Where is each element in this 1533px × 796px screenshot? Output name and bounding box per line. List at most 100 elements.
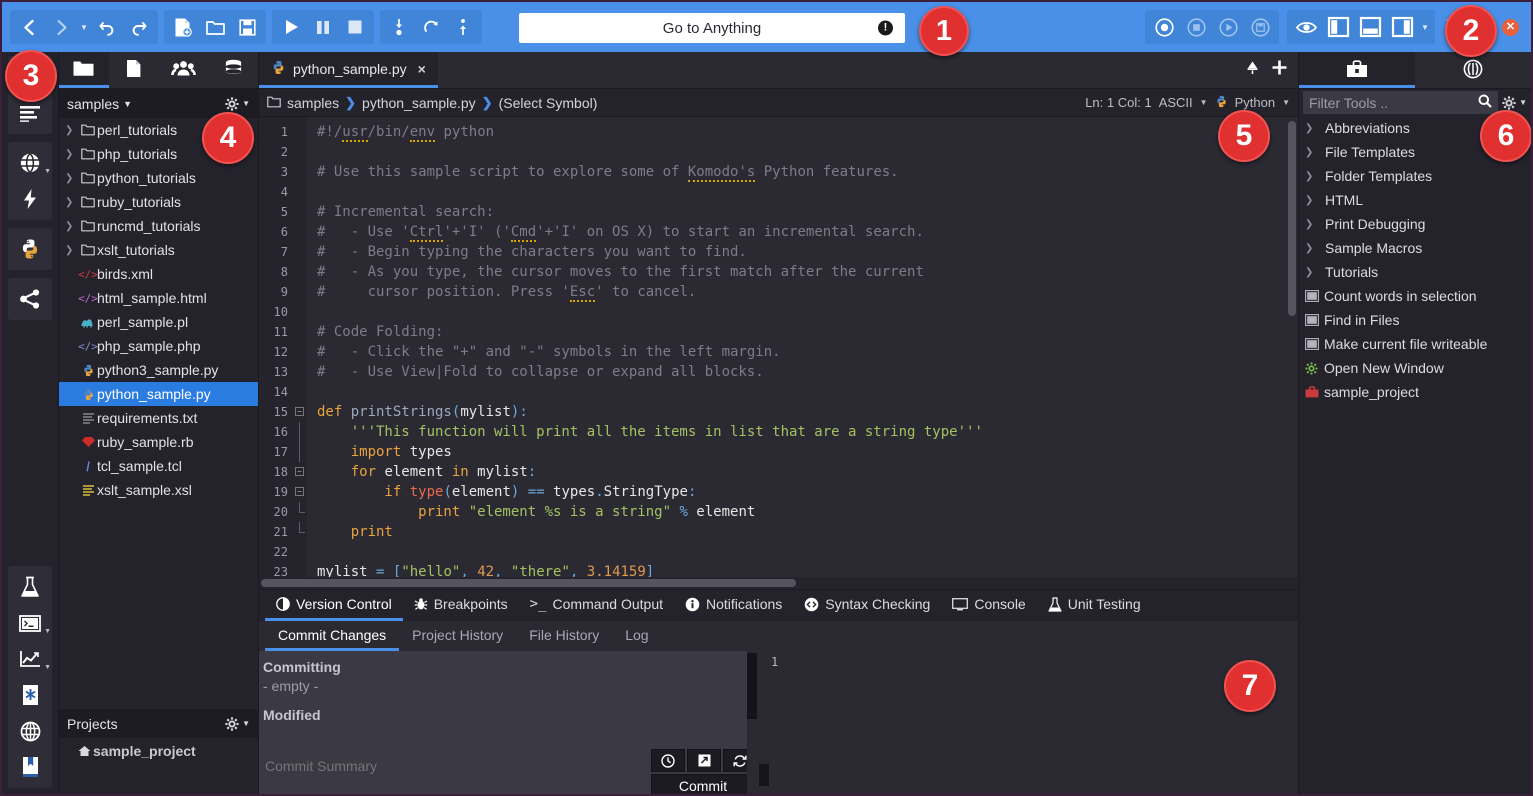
play-macro-button[interactable]: [1213, 12, 1243, 42]
tab-collaboration[interactable]: [159, 52, 209, 88]
encoding-label[interactable]: ASCII: [1159, 95, 1193, 110]
code-line[interactable]: # - As you type, the cursor moves to the…: [317, 262, 1298, 282]
go-to-anything-info-icon[interactable]: !: [878, 20, 893, 36]
terminal-caret-down-icon[interactable]: ▼: [44, 628, 51, 635]
run-button[interactable]: [276, 12, 306, 42]
code-fold-column[interactable]: − − −: [293, 117, 307, 589]
tool-row[interactable]: Open New Window: [1299, 356, 1531, 380]
search-icon[interactable]: [1478, 94, 1492, 111]
tools-gear-icon[interactable]: ▼: [1502, 95, 1527, 110]
editor-vertical-scrollbar[interactable]: [1288, 121, 1296, 575]
tool-row[interactable]: ❯ Folder Templates: [1299, 164, 1531, 188]
tool-twisty-chevron-right-icon[interactable]: ❯: [1305, 195, 1319, 206]
code-line[interactable]: for element in mylist:: [317, 462, 1298, 482]
tab-open-files[interactable]: [109, 52, 159, 88]
terminal-icon[interactable]: ▼: [10, 605, 51, 641]
tool-row[interactable]: ❯ Sample Macros: [1299, 236, 1531, 260]
tree-file-row[interactable]: python3_sample.py: [59, 358, 258, 382]
fold-marker[interactable]: [293, 442, 307, 462]
code-line[interactable]: '''This function will print all the item…: [317, 422, 1298, 442]
chart-icon[interactable]: ▼: [10, 641, 51, 677]
code-line[interactable]: ✺ print "element %s is a string" % eleme…: [317, 502, 1298, 522]
tree-folder-row[interactable]: ❯ xslt_tutorials: [59, 238, 258, 262]
log-pane-scroll-thumb[interactable]: [759, 764, 769, 786]
globe-icon[interactable]: [10, 713, 50, 749]
tool-row[interactable]: Make current file writeable: [1299, 332, 1531, 356]
language-label[interactable]: Python: [1235, 95, 1275, 110]
python-icon[interactable]: [10, 231, 50, 267]
code-line[interactable]: # - Use View|Fold to collapse or expand …: [317, 362, 1298, 382]
code-content[interactable]: #!/usr/bin/env python # Use this sample …: [307, 117, 1298, 589]
forward-dropdown-caret-down-icon[interactable]: ▼: [78, 23, 90, 32]
tree-file-row[interactable]: </> php_sample.php: [59, 334, 258, 358]
code-line[interactable]: import types: [317, 442, 1298, 462]
tree-file-row[interactable]: </> html_sample.html: [59, 286, 258, 310]
editor-horizontal-scroll-thumb[interactable]: [261, 579, 796, 587]
code-line[interactable]: # - Click the "+" and "-" symbols in the…: [317, 342, 1298, 362]
tree-twisty-chevron-right-icon[interactable]: ❯: [65, 125, 79, 136]
projects-gear-icon[interactable]: ▼: [225, 716, 250, 731]
code-line[interactable]: # Code Folding:: [317, 322, 1298, 342]
globe-preview-icon[interactable]: ▼: [10, 145, 51, 181]
record-macro-button[interactable]: [1149, 12, 1179, 42]
tree-file-row[interactable]: requirements.txt: [59, 406, 258, 430]
tab-toolbox[interactable]: [1299, 52, 1415, 88]
subtab-file-history[interactable]: File History: [516, 621, 612, 651]
step-into-button[interactable]: [384, 12, 414, 42]
editor-horizontal-scrollbar[interactable]: [259, 577, 1298, 589]
fold-marker[interactable]: [293, 502, 307, 522]
subtab-log[interactable]: Log: [612, 621, 661, 651]
filter-tools-input[interactable]: Filter Tools ..: [1303, 91, 1499, 114]
code-line[interactable]: # Use this sample script to explore some…: [317, 162, 1298, 182]
code-line[interactable]: [317, 382, 1298, 402]
layout-dropdown-caret-down-icon[interactable]: ▼: [1419, 23, 1431, 32]
code-line[interactable]: #!/usr/bin/env python: [317, 122, 1298, 142]
layout-left-button[interactable]: [1323, 12, 1353, 42]
code-line[interactable]: print: [317, 522, 1298, 542]
forward-button[interactable]: [46, 12, 76, 42]
bottom-tab-breakpoints[interactable]: Breakpoints: [403, 590, 519, 621]
back-button[interactable]: [14, 12, 44, 42]
commit-pane-scrollbar[interactable]: [747, 651, 757, 794]
fold-marker[interactable]: −: [293, 462, 307, 482]
tool-twisty-chevron-right-icon[interactable]: ❯: [1305, 171, 1319, 182]
project-row[interactable]: sample_project: [59, 738, 258, 764]
preview-eye-icon[interactable]: [1291, 12, 1321, 42]
breadcrumb-item-2[interactable]: (Select Symbol): [499, 95, 598, 111]
code-editor[interactable]: 1 2 3 4 5 6 7 8 9 10 11 12 13 14 15 16 17 18 19 20 21 22 23 − −…: [259, 117, 1298, 589]
tree-folder-row[interactable]: ❯ ruby_tutorials: [59, 190, 258, 214]
subtab-project-history[interactable]: Project History: [399, 621, 516, 651]
tree-twisty-chevron-right-icon[interactable]: ❯: [65, 221, 79, 232]
breadcrumb-item-0[interactable]: samples: [287, 95, 339, 111]
stop-macro-button[interactable]: [1181, 12, 1211, 42]
tree-twisty-chevron-right-icon[interactable]: ❯: [65, 245, 79, 256]
chart-caret-down-icon[interactable]: ▼: [44, 664, 51, 671]
tab-places[interactable]: [59, 52, 109, 88]
tree-file-row[interactable]: python_sample.py: [59, 382, 258, 406]
bottom-tab-unit-testing[interactable]: Unit Testing: [1037, 590, 1152, 621]
commit-expand-button[interactable]: [687, 749, 721, 772]
tree-file-row[interactable]: ruby_sample.rb: [59, 430, 258, 454]
tab-database[interactable]: [208, 52, 258, 88]
encoding-caret-down-icon[interactable]: ▼: [1200, 98, 1208, 107]
save-file-button[interactable]: [232, 12, 262, 42]
tree-twisty-chevron-right-icon[interactable]: ❯: [65, 173, 79, 184]
tool-row[interactable]: Count words in selection: [1299, 284, 1531, 308]
new-file-button[interactable]: [168, 12, 198, 42]
bottom-tab-syntax-checking[interactable]: Syntax Checking: [793, 590, 941, 621]
editor-vertical-scroll-thumb[interactable]: [1288, 121, 1296, 316]
code-line[interactable]: if type(element) == types.StringType:: [317, 482, 1298, 502]
tool-twisty-chevron-right-icon[interactable]: ❯: [1305, 147, 1319, 158]
breadcrumb-item-1[interactable]: python_sample.py: [362, 95, 476, 111]
save-macro-button[interactable]: [1245, 12, 1275, 42]
code-line[interactable]: [317, 302, 1298, 322]
code-line[interactable]: # - Begin typing the characters you want…: [317, 242, 1298, 262]
lightning-run-icon[interactable]: [10, 181, 50, 217]
tree-file-row[interactable]: / tcl_sample.tcl: [59, 454, 258, 478]
redo-button[interactable]: [124, 12, 154, 42]
tool-twisty-chevron-right-icon[interactable]: ❯: [1305, 243, 1319, 254]
subtab-commit-changes[interactable]: Commit Changes: [265, 621, 400, 651]
commit-pane-scroll-thumb[interactable]: [747, 653, 757, 719]
tree-twisty-chevron-right-icon[interactable]: ❯: [65, 197, 79, 208]
step-out-button[interactable]: [448, 12, 478, 42]
